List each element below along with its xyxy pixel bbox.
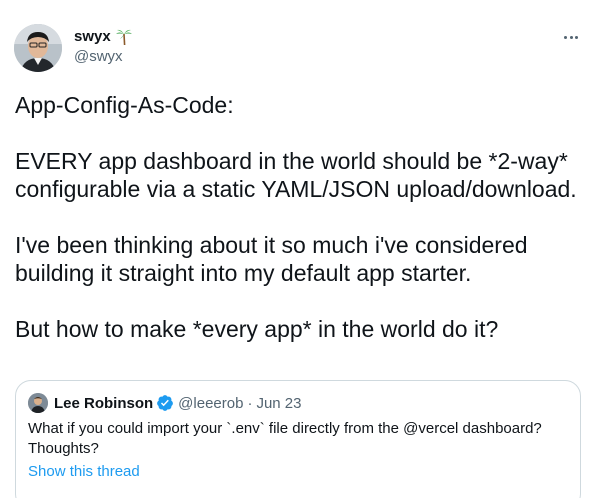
quoted-tweet-line: What if you could import your `.env` fil… (28, 420, 542, 437)
more-options-button[interactable] (558, 24, 584, 50)
separator-dot: · (247, 394, 253, 412)
quoted-tweet-header: Lee Robinson @leeerob · Jun 23 (28, 393, 302, 413)
author-display-name[interactable]: swyx (74, 28, 111, 45)
more-horizontal-icon-dot (569, 35, 573, 39)
quoted-author-handle: @leeerob (178, 394, 244, 412)
author-handle[interactable]: @swyx (74, 48, 133, 67)
tweet-paragraph: I've been thinking about it so much i've… (15, 232, 528, 286)
tweet-paragraph: App-Config-As-Code: (15, 92, 234, 118)
quoted-author-display-name: Lee Robinson (54, 394, 154, 412)
quoted-tweet-text: What if you could import your `.env` fil… (28, 419, 568, 459)
more-horizontal-icon (564, 35, 568, 39)
quoted-tweet-line: Thoughts? (28, 440, 99, 457)
palm-tree-emoji-icon (115, 28, 133, 46)
tweet: swyx @swyx App-Config-As-Code: EVERY app… (0, 0, 598, 498)
tweet-paragraph: But how to make *every app* in the world… (15, 316, 499, 342)
more-horizontal-icon-dot (574, 35, 578, 39)
author-info[interactable]: swyx @swyx (74, 27, 133, 67)
verified-badge-icon (156, 394, 174, 412)
tweet-text: App-Config-As-Code: EVERY app dashboard … (15, 91, 585, 343)
quoted-tweet[interactable]: Lee Robinson @leeerob · Jun 23 What if y… (15, 380, 581, 498)
quoted-author-avatar (28, 393, 48, 413)
show-thread-link[interactable]: Show this thread (28, 463, 140, 480)
quoted-tweet-date[interactable]: Jun 23 (256, 395, 301, 412)
tweet-paragraph: EVERY app dashboard in the world should … (15, 148, 577, 202)
author-avatar[interactable] (14, 24, 62, 72)
